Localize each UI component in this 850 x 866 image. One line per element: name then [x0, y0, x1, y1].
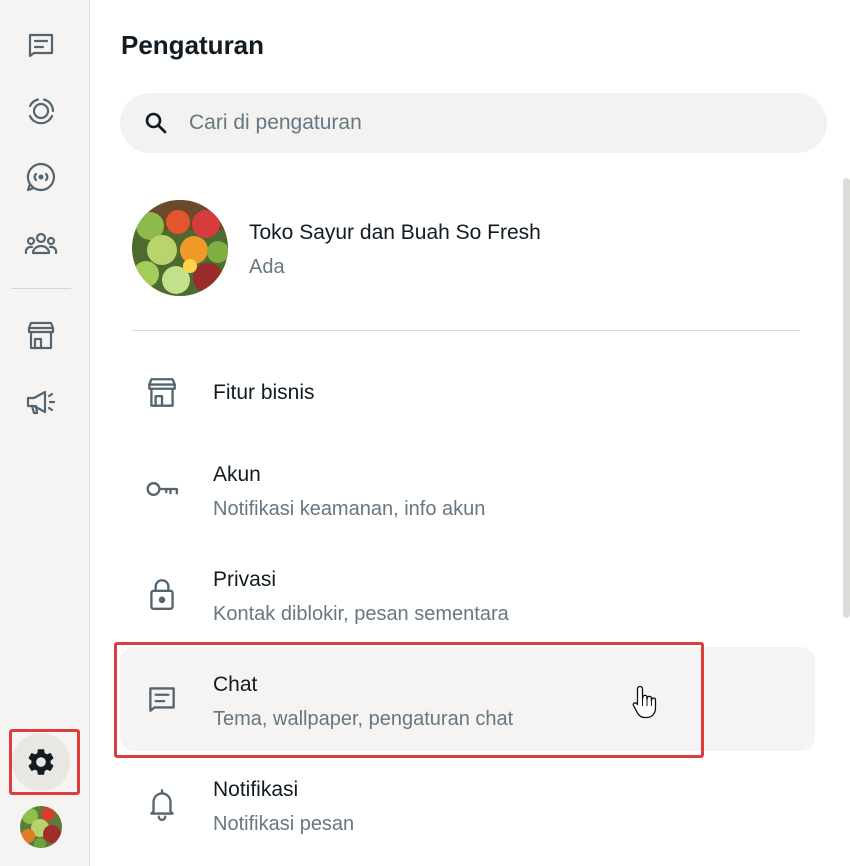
item-label: Akun — [213, 463, 261, 486]
avatar[interactable] — [20, 806, 62, 848]
item-description: Notifikasi keamanan, info akun — [213, 498, 486, 520]
item-label: Privasi — [213, 568, 277, 591]
communities-icon — [24, 232, 58, 255]
chat-highlight-box — [114, 642, 704, 758]
profile-avatar — [132, 200, 228, 296]
item-icon-wrap — [142, 469, 182, 509]
megaphone-icon — [26, 390, 56, 415]
profile-status: Ada — [249, 256, 285, 278]
scrollbar[interactable] — [843, 178, 850, 618]
settings-item-account[interactable]: Akun Notifikasi keamanan, info akun — [120, 442, 815, 546]
channels-icon — [26, 162, 56, 192]
chat-icon — [28, 33, 54, 58]
item-icon-wrap — [142, 373, 182, 413]
store-icon — [148, 378, 176, 407]
settings-item-notifications[interactable]: Notifikasi Notifikasi pesan — [120, 757, 815, 861]
item-description: Notifikasi pesan — [213, 813, 355, 835]
settings-highlight-box — [9, 729, 80, 795]
profile-name: Toko Sayur dan Buah So Fresh — [249, 221, 541, 244]
item-icon-wrap — [142, 784, 182, 824]
bell-icon — [150, 789, 174, 821]
section-divider — [132, 330, 800, 331]
settings-item-business-features[interactable]: Fitur bisnis — [120, 341, 815, 445]
key-icon — [146, 482, 178, 496]
rail-divider — [11, 288, 71, 289]
profile-card[interactable]: Toko Sayur dan Buah So Fresh Ada — [120, 190, 820, 310]
search-icon — [145, 112, 167, 134]
business-tools-button[interactable] — [16, 311, 66, 361]
status-icon — [28, 98, 55, 125]
hand-cursor-icon — [632, 685, 657, 719]
communities-button[interactable] — [16, 218, 66, 268]
item-label: Notifikasi — [213, 778, 299, 801]
status-button[interactable] — [16, 86, 66, 136]
settings-item-privacy[interactable]: Privasi Kontak diblokir, pesan sementara — [120, 547, 815, 651]
profile-photo — [132, 200, 228, 296]
page-title: Pengaturan — [121, 30, 265, 60]
search-bar[interactable] — [120, 93, 827, 153]
profile-photo — [20, 806, 62, 848]
lock-icon — [150, 579, 174, 610]
channels-button[interactable] — [16, 152, 66, 202]
advertise-button[interactable] — [16, 377, 66, 427]
item-label: Fitur bisnis — [213, 381, 315, 404]
store-icon — [27, 321, 55, 350]
item-icon-wrap — [142, 574, 182, 614]
item-description: Kontak diblokir, pesan sementara — [213, 603, 509, 625]
search-input[interactable] — [189, 93, 789, 153]
navigation-rail — [0, 0, 90, 866]
chats-button[interactable] — [16, 20, 66, 70]
